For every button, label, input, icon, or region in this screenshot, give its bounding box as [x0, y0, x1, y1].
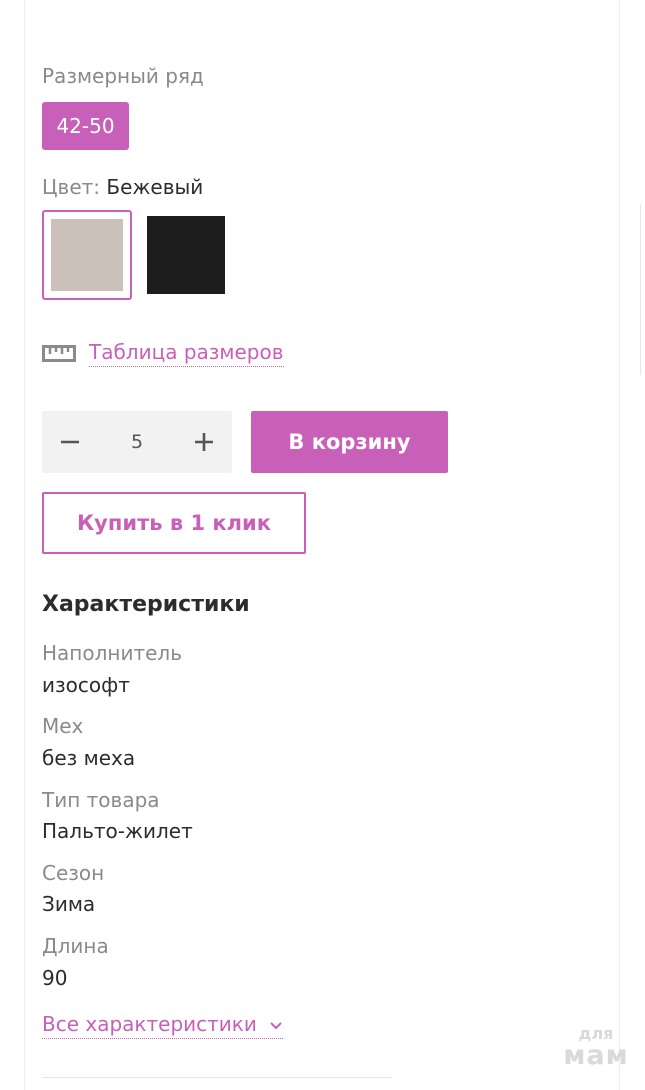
char-label-season: Сезон — [42, 861, 105, 885]
divider — [42, 1077, 392, 1078]
buy-one-click-button[interactable]: Купить в 1 клик — [42, 492, 306, 554]
all-characteristics-link[interactable]: Все характеристики — [42, 1011, 284, 1039]
plus-icon — [195, 433, 213, 451]
char-value-length: 90 — [42, 966, 68, 990]
char-label-length: Длина — [42, 934, 109, 958]
all-characteristics-label: Все характеристики — [42, 1012, 257, 1036]
add-to-cart-button[interactable]: В корзину — [251, 411, 448, 473]
watermark-logo: для мам — [560, 1026, 632, 1071]
char-label-product-type: Тип товара — [42, 788, 160, 812]
char-value-filler: изософт — [42, 673, 130, 697]
watermark-bottom: мам — [563, 1040, 629, 1071]
chevron-down-icon — [270, 1021, 282, 1029]
color-label: Цвет: — [42, 175, 101, 199]
char-value-fur: без меха — [42, 746, 136, 770]
scrollbar-edge — [640, 205, 641, 375]
char-value-season: Зима — [42, 892, 96, 916]
size-option-42-50[interactable]: 42-50 — [42, 102, 129, 150]
characteristics-title: Характеристики — [42, 592, 250, 617]
quantity-value[interactable]: 5 — [112, 411, 162, 473]
color-swatch-beige[interactable] — [42, 210, 132, 300]
quantity-stepper: 5 — [42, 411, 232, 473]
decrease-button[interactable] — [42, 411, 98, 473]
color-row: Цвет: Бежевый — [42, 175, 203, 199]
ruler-icon — [42, 343, 76, 363]
size-range-label: Размерный ряд — [42, 64, 204, 88]
color-selected-name: Бежевый — [106, 175, 204, 199]
increase-button[interactable] — [176, 411, 232, 473]
swatch-beige-fill — [51, 219, 123, 291]
minus-icon — [61, 440, 79, 444]
color-swatch-black[interactable] — [147, 216, 225, 294]
size-table-link[interactable]: Таблица размеров — [89, 339, 284, 367]
char-label-filler: Наполнитель — [42, 641, 182, 665]
char-value-product-type: Пальто-жилет — [42, 819, 193, 843]
char-label-fur: Мех — [42, 714, 84, 738]
